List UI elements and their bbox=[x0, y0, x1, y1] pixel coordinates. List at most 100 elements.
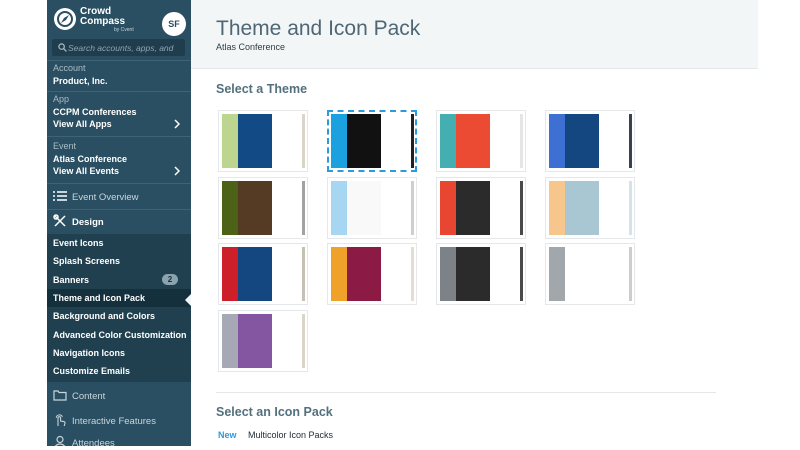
app-value[interactable]: CCPM Conferences bbox=[53, 107, 137, 117]
nav-customize-emails[interactable]: Customize Emails bbox=[47, 362, 191, 380]
theme-swatch[interactable] bbox=[545, 243, 635, 305]
touch-hand-icon bbox=[55, 414, 66, 427]
theme-color-band bbox=[565, 247, 599, 301]
theme-color-band bbox=[331, 114, 347, 168]
theme-color-band bbox=[222, 114, 238, 168]
page-subtitle: Atlas Conference bbox=[216, 42, 286, 52]
theme-color-band bbox=[565, 181, 599, 235]
nav-splash-screens-label: Splash Screens bbox=[53, 256, 121, 266]
theme-color-band bbox=[222, 181, 238, 235]
view-all-apps-link[interactable]: View All Apps bbox=[53, 119, 186, 129]
theme-color-bands bbox=[440, 114, 523, 168]
theme-swatch[interactable] bbox=[545, 177, 635, 239]
theme-color-band bbox=[565, 114, 599, 168]
theme-swatch[interactable] bbox=[436, 177, 526, 239]
theme-color-band bbox=[549, 247, 565, 301]
divider bbox=[47, 136, 191, 137]
nav-event-overview[interactable]: Event Overview bbox=[47, 186, 191, 208]
theme-color-band bbox=[456, 181, 490, 235]
theme-color-band bbox=[272, 181, 300, 235]
sidebar: Crowd Compass by Cvent SF Account Produc… bbox=[47, 0, 191, 446]
theme-color-band bbox=[440, 181, 456, 235]
nav-banners[interactable]: Banners 2 bbox=[47, 271, 191, 289]
theme-color-band bbox=[347, 181, 381, 235]
theme-color-bands bbox=[222, 247, 305, 301]
nav-event-icons[interactable]: Event Icons bbox=[47, 234, 191, 252]
theme-color-band bbox=[490, 247, 518, 301]
brand-logo[interactable]: Crowd Compass by Cvent SF bbox=[52, 6, 186, 36]
nav-background-and-colors[interactable]: Background and Colors bbox=[47, 307, 191, 325]
user-avatar[interactable]: SF bbox=[162, 12, 186, 36]
theme-color-bands bbox=[222, 314, 305, 368]
theme-color-bands bbox=[222, 181, 305, 235]
theme-swatch[interactable] bbox=[218, 110, 308, 172]
banners-count-badge: 2 bbox=[162, 274, 178, 285]
theme-color-band bbox=[347, 114, 381, 168]
theme-swatch[interactable] bbox=[436, 243, 526, 305]
theme-swatch[interactable] bbox=[436, 110, 526, 172]
divider bbox=[47, 183, 191, 184]
view-all-events-link[interactable]: View All Events bbox=[53, 166, 186, 176]
theme-color-bands bbox=[440, 181, 523, 235]
theme-color-band bbox=[272, 314, 300, 368]
theme-swatch[interactable] bbox=[218, 310, 308, 372]
theme-color-band bbox=[456, 247, 490, 301]
nav-attendees-label: Attendees bbox=[72, 438, 115, 446]
nav-interactive-features[interactable]: Interactive Features bbox=[47, 410, 191, 432]
nav-splash-screens[interactable]: Splash Screens bbox=[47, 252, 191, 270]
search-box[interactable] bbox=[52, 39, 185, 56]
theme-color-band bbox=[599, 114, 627, 168]
theme-color-band bbox=[381, 247, 409, 301]
theme-color-bands bbox=[440, 247, 523, 301]
theme-swatch[interactable] bbox=[218, 243, 308, 305]
theme-color-band bbox=[629, 181, 632, 235]
nav-design-label: Design bbox=[72, 217, 104, 228]
theme-color-band bbox=[599, 247, 627, 301]
nav-banners-label: Banners bbox=[53, 275, 90, 285]
account-value[interactable]: Product, Inc. bbox=[53, 76, 108, 86]
account-label: Account bbox=[53, 63, 86, 73]
theme-color-band bbox=[331, 247, 347, 301]
brand-by-line: by Cvent bbox=[114, 27, 134, 33]
theme-color-band bbox=[629, 114, 632, 168]
theme-swatch[interactable] bbox=[218, 177, 308, 239]
nav-customize-emails-label: Customize Emails bbox=[53, 366, 131, 376]
theme-color-band bbox=[440, 247, 456, 301]
theme-color-band bbox=[302, 114, 305, 168]
nav-theme-and-icon-pack[interactable]: Theme and Icon Pack bbox=[47, 289, 191, 307]
theme-color-band bbox=[302, 181, 305, 235]
folder-icon bbox=[53, 390, 67, 401]
theme-swatch[interactable] bbox=[327, 243, 417, 305]
nav-advanced-color-customization[interactable]: Advanced Color Customization bbox=[47, 326, 191, 344]
select-theme-heading: Select a Theme bbox=[216, 82, 308, 96]
nav-navigation-icons[interactable]: Navigation Icons bbox=[47, 344, 191, 362]
divider bbox=[47, 60, 191, 61]
nav-event-icons-label: Event Icons bbox=[53, 238, 104, 248]
theme-color-band bbox=[520, 247, 523, 301]
select-icon-pack-heading: Select an Icon Pack bbox=[216, 405, 333, 419]
theme-color-band bbox=[238, 247, 272, 301]
theme-color-band bbox=[302, 247, 305, 301]
person-icon bbox=[54, 435, 66, 446]
new-tag: New bbox=[218, 430, 237, 440]
icon-pack-multicolor-label[interactable]: Multicolor Icon Packs bbox=[248, 430, 333, 440]
theme-swatch[interactable] bbox=[327, 177, 417, 239]
chevron-right-icon bbox=[174, 166, 180, 176]
theme-color-bands bbox=[331, 181, 414, 235]
divider bbox=[47, 91, 191, 92]
nav-content[interactable]: Content bbox=[47, 385, 191, 407]
theme-color-band bbox=[272, 247, 300, 301]
theme-color-band bbox=[440, 114, 456, 168]
event-value[interactable]: Atlas Conference bbox=[53, 154, 127, 164]
nav-design[interactable]: Design bbox=[47, 211, 191, 233]
theme-color-band bbox=[331, 181, 347, 235]
theme-color-bands bbox=[549, 114, 632, 168]
theme-swatch[interactable] bbox=[327, 110, 417, 172]
theme-color-band bbox=[222, 314, 238, 368]
theme-color-band bbox=[302, 314, 305, 368]
app-label: App bbox=[53, 94, 70, 104]
theme-swatch[interactable] bbox=[545, 110, 635, 172]
nav-attendees[interactable]: Attendees bbox=[47, 432, 191, 446]
divider bbox=[47, 209, 191, 210]
search-input[interactable] bbox=[68, 41, 182, 54]
